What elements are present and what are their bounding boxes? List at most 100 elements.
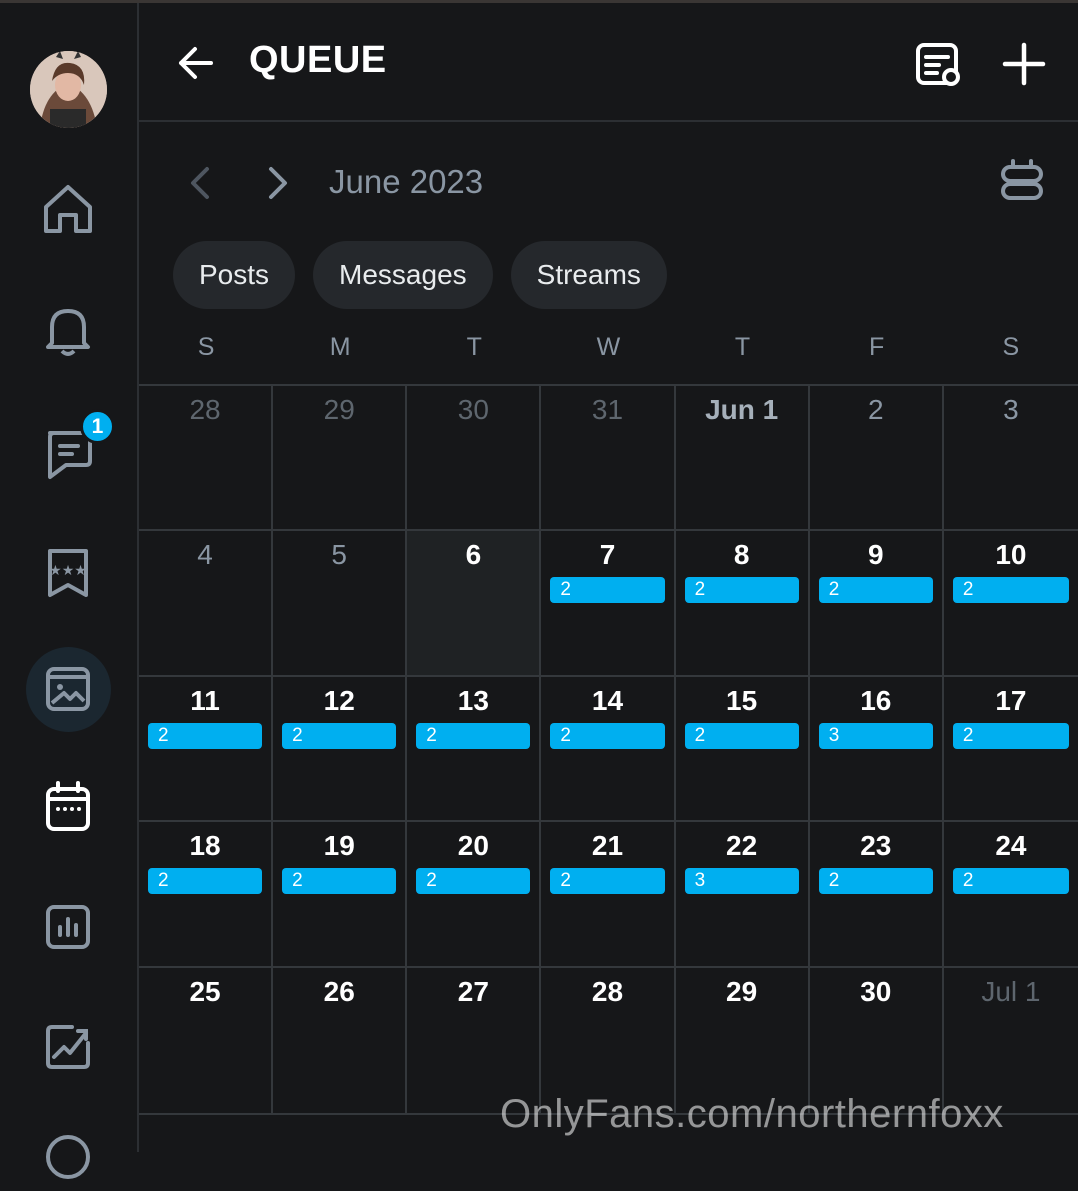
filter-messages[interactable]: Messages	[313, 241, 493, 309]
day-number: 23	[860, 830, 892, 862]
day-number: 15	[726, 684, 758, 716]
calendar-day-cell[interactable]: Jun 1	[675, 386, 810, 532]
chevron-left-icon[interactable]	[181, 163, 221, 203]
messages-badge: 1	[80, 409, 115, 444]
day-number: 17	[995, 684, 1027, 716]
calendar-day-cell[interactable]: 10 2	[943, 531, 1078, 677]
calendar-day-cell[interactable]: 2	[809, 386, 944, 532]
statistics-nav[interactable]	[34, 893, 102, 961]
scheduled-count-bar[interactable]: 2	[952, 577, 1069, 604]
calendar-day-cell[interactable]: 28	[139, 386, 274, 532]
sidebar: 1 ★★★	[0, 3, 137, 1179]
avatar[interactable]	[30, 51, 107, 128]
calendar-day-cell[interactable]: 12 2	[273, 676, 408, 823]
scheduled-count-bar[interactable]: 2	[416, 868, 531, 895]
filter-posts[interactable]: Posts	[173, 241, 296, 309]
filter-streams[interactable]: Streams	[510, 241, 667, 309]
calendar-day-cell[interactable]: 11 2	[139, 676, 274, 823]
calendar-day-cell[interactable]: 92	[809, 531, 944, 677]
calendar-day-cell[interactable]: 22 3	[675, 822, 810, 968]
notifications-nav[interactable]	[34, 295, 102, 363]
calendar-day-cell[interactable]: 4	[139, 531, 274, 677]
chevron-right-icon[interactable]	[257, 163, 297, 203]
calendar-day-cell[interactable]: 30	[407, 386, 542, 532]
more-nav[interactable]	[34, 1123, 102, 1191]
day-number: 12	[323, 684, 355, 716]
day-number: 28	[189, 394, 221, 425]
scheduled-count-bar[interactable]: 2	[550, 577, 665, 604]
calendar-day-cell[interactable]: 18 2	[139, 822, 274, 968]
collections-nav[interactable]: ★★★	[34, 537, 102, 605]
day-number: 9	[867, 539, 884, 571]
calendar-day-cell[interactable]: 17 2	[943, 677, 1078, 823]
calendar-day-cell[interactable]: 19 2	[273, 822, 408, 968]
day-number: 25	[189, 975, 221, 1007]
day-number: 18	[189, 830, 221, 862]
calendar-day-cell[interactable]: 24 2	[943, 822, 1078, 968]
scheduled-count-bar[interactable]: 2	[148, 868, 263, 895]
scheduled-count-bar[interactable]: 3	[684, 868, 799, 895]
calendar-day-cell[interactable]: 14 2	[541, 676, 676, 823]
calendar-day-cell[interactable]: 20 2	[407, 822, 542, 968]
svg-text:★★★: ★★★	[49, 563, 87, 579]
day-number: 8	[733, 539, 750, 571]
day-number: 13	[457, 684, 489, 716]
calendar-day-cell[interactable]: 16 3	[809, 676, 944, 823]
month-label: June 2023	[329, 163, 484, 200]
scheduled-count-bar[interactable]: 2	[550, 868, 665, 895]
calendar-day-cell[interactable]: 29	[273, 386, 408, 532]
calendar-day-cell[interactable]: 25	[139, 967, 274, 1113]
scheduled-count-bar[interactable]: 2	[282, 868, 397, 895]
scheduled-count-bar[interactable]: 2	[684, 577, 799, 604]
scheduled-count-bar[interactable]: 2	[818, 868, 933, 895]
home-icon	[44, 185, 92, 233]
calendar-day-cell[interactable]: 21 2	[541, 822, 676, 968]
calendar-day-cell[interactable]: 23 2	[809, 822, 944, 968]
calendar-day-cell[interactable]: 31	[541, 386, 676, 532]
queue-nav[interactable]	[34, 773, 102, 841]
vault-nav[interactable]	[34, 655, 102, 723]
calendar-day-cell[interactable]: 6	[407, 531, 542, 677]
day-number: 30	[860, 975, 892, 1007]
calendar-day-cell[interactable]: 13 2	[407, 676, 542, 823]
scheduled-count-bar[interactable]: 2	[148, 722, 263, 749]
scheduled-count-bar[interactable]: 2	[684, 722, 799, 749]
calendar-day-cell[interactable]: 5	[273, 531, 408, 677]
day-number: 19	[323, 830, 355, 862]
back-arrow-icon[interactable]	[175, 41, 219, 85]
image-gallery-icon	[46, 667, 90, 711]
scheduled-count-bar[interactable]: 2	[818, 577, 933, 604]
home-nav[interactable]	[34, 175, 102, 243]
day-number: 5	[331, 539, 347, 571]
add-icon[interactable]	[999, 39, 1049, 89]
weekday-label: S	[1002, 333, 1020, 361]
view-toggle-icon[interactable]	[999, 158, 1045, 204]
day-number: 29	[726, 975, 758, 1007]
bookmark-stars-icon: ★★★	[48, 549, 88, 597]
scheduled-count-bar[interactable]: 2	[282, 722, 397, 749]
day-number: 30	[457, 394, 489, 425]
calendar-day-cell[interactable]: 26	[273, 967, 408, 1113]
day-number: 21	[591, 830, 624, 862]
header: QUEUE	[139, 3, 1078, 122]
bell-icon	[46, 309, 90, 356]
weekday-label: T	[466, 333, 482, 361]
month-navigation: June 2023	[139, 153, 1078, 213]
analytics-nav[interactable]	[34, 1013, 102, 1081]
day-number: 16	[860, 684, 892, 716]
main-panel: QUEUE June 2023 Posts Messages Streams S…	[139, 3, 1078, 1152]
day-number: 26	[323, 975, 355, 1007]
scheduled-count-bar[interactable]: 2	[952, 722, 1069, 749]
avatar-image	[30, 51, 107, 128]
scheduled-count-bar[interactable]: 2	[952, 868, 1069, 895]
calendar-day-cell[interactable]: 3	[943, 386, 1078, 532]
scheduled-count-bar[interactable]: 2	[416, 722, 531, 749]
scheduled-count-bar[interactable]: 2	[550, 722, 665, 749]
calendar-day-cell[interactable]: 82	[675, 531, 810, 677]
scheduled-count-bar[interactable]: 3	[818, 722, 933, 749]
calendar-day-cell[interactable]: 72	[541, 531, 676, 677]
day-number: 31	[591, 394, 624, 425]
list-settings-icon[interactable]	[913, 39, 963, 89]
calendar-day-cell[interactable]: 15 2	[675, 676, 810, 823]
day-number: 7	[599, 539, 616, 571]
